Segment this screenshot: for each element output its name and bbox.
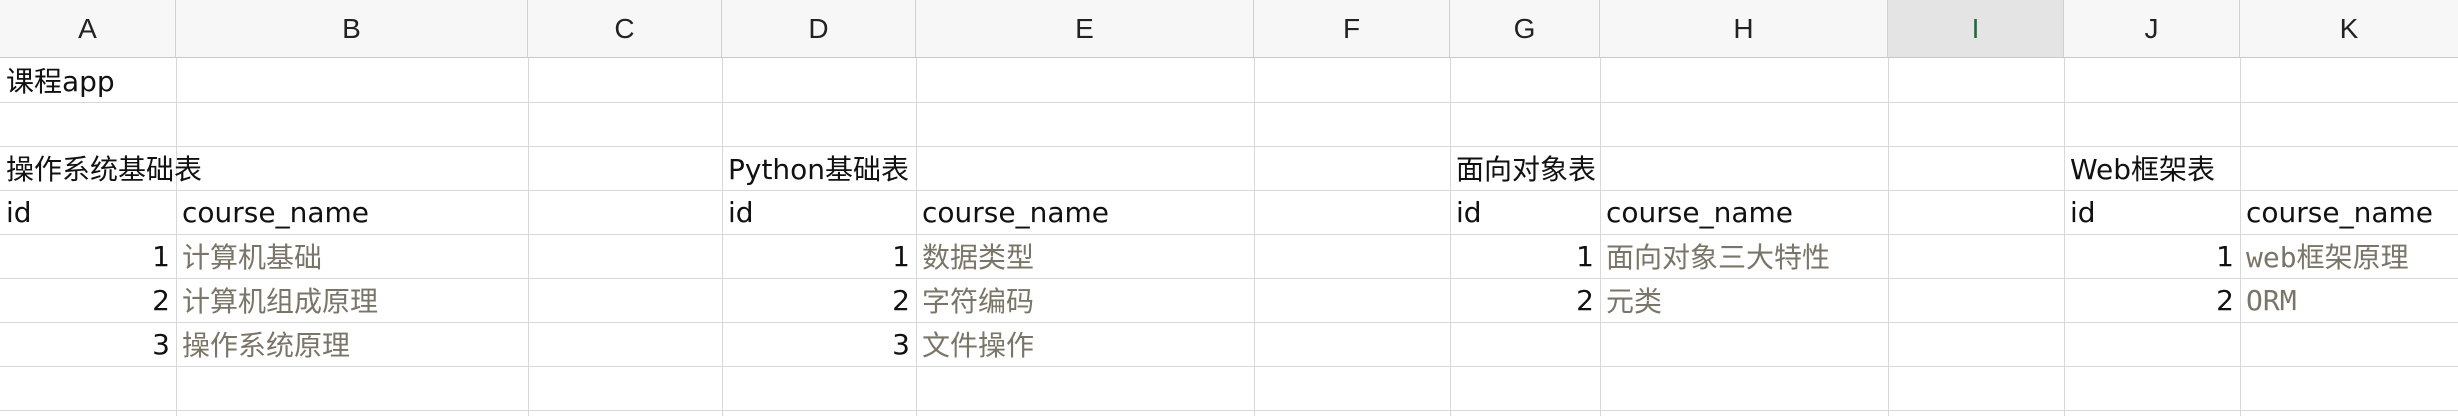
column-header-i[interactable]: I (1888, 0, 2064, 57)
row-id-cell[interactable]: 1 (0, 234, 176, 278)
column-header-j[interactable]: J (2064, 0, 2240, 57)
header-course-name[interactable]: course_name (2240, 190, 2439, 234)
column-header-d[interactable]: D (722, 0, 916, 57)
table-name-web[interactable]: Web框架表 (2064, 146, 2221, 190)
column-header-b[interactable]: B (176, 0, 528, 57)
header-id[interactable]: id (1450, 190, 1488, 234)
row-course-cell[interactable]: 元类 (1600, 278, 1668, 322)
column-header-c[interactable]: C (528, 0, 722, 57)
grid-line (1254, 58, 1255, 416)
row-course-cell[interactable]: web框架原理 (2240, 234, 2415, 278)
column-header-k[interactable]: K (2240, 0, 2458, 57)
row-id-cell[interactable]: 1 (1450, 234, 1600, 278)
row-id-cell[interactable]: 2 (0, 278, 176, 322)
row-course-cell[interactable]: 文件操作 (916, 322, 1040, 366)
row-id-cell[interactable]: 2 (1450, 278, 1600, 322)
row-course-cell[interactable]: 计算机组成原理 (176, 278, 384, 322)
row-course-cell[interactable]: 字符编码 (916, 278, 1040, 322)
table-name-oop[interactable]: 面向对象表 (1450, 146, 1602, 190)
grid-line (0, 102, 2458, 103)
row-id-cell[interactable]: 2 (2064, 278, 2240, 322)
row-id-cell[interactable]: 3 (722, 322, 916, 366)
row-id-cell[interactable]: 3 (0, 322, 176, 366)
column-header-a[interactable]: A (0, 0, 176, 57)
header-course-name[interactable]: course_name (916, 190, 1115, 234)
header-course-name[interactable]: course_name (1600, 190, 1799, 234)
column-header-g[interactable]: G (1450, 0, 1600, 57)
grid-line (0, 410, 2458, 411)
column-header-row: A B C D E F G H I J K (0, 0, 2458, 58)
grid-line (0, 366, 2458, 367)
row-course-cell[interactable]: ORM (2240, 278, 2303, 322)
grid-line (528, 58, 529, 416)
table-name-os[interactable]: 操作系统基础表 (0, 146, 208, 190)
sheet-title-cell[interactable]: 课程app (0, 58, 121, 102)
header-id[interactable]: id (2064, 190, 2102, 234)
grid-line (0, 322, 2458, 323)
row-id-cell[interactable]: 1 (2064, 234, 2240, 278)
row-course-cell[interactable]: 数据类型 (916, 234, 1040, 278)
column-header-e[interactable]: E (916, 0, 1254, 57)
spreadsheet: A B C D E F G H I J K 课程app 操作系统基础表 Pyth… (0, 0, 2458, 416)
row-course-cell[interactable]: 计算机基础 (176, 234, 328, 278)
header-id[interactable]: id (722, 190, 760, 234)
column-header-f[interactable]: F (1254, 0, 1450, 57)
header-course-name[interactable]: course_name (176, 190, 375, 234)
header-id[interactable]: id (0, 190, 38, 234)
row-id-cell[interactable]: 1 (722, 234, 916, 278)
grid-line (1888, 58, 1889, 416)
row-id-cell[interactable]: 2 (722, 278, 916, 322)
table-name-python[interactable]: Python基础表 (722, 146, 915, 190)
row-course-cell[interactable]: 操作系统原理 (176, 322, 356, 366)
row-course-cell[interactable]: 面向对象三大特性 (1600, 234, 1836, 278)
column-header-h[interactable]: H (1600, 0, 1888, 57)
